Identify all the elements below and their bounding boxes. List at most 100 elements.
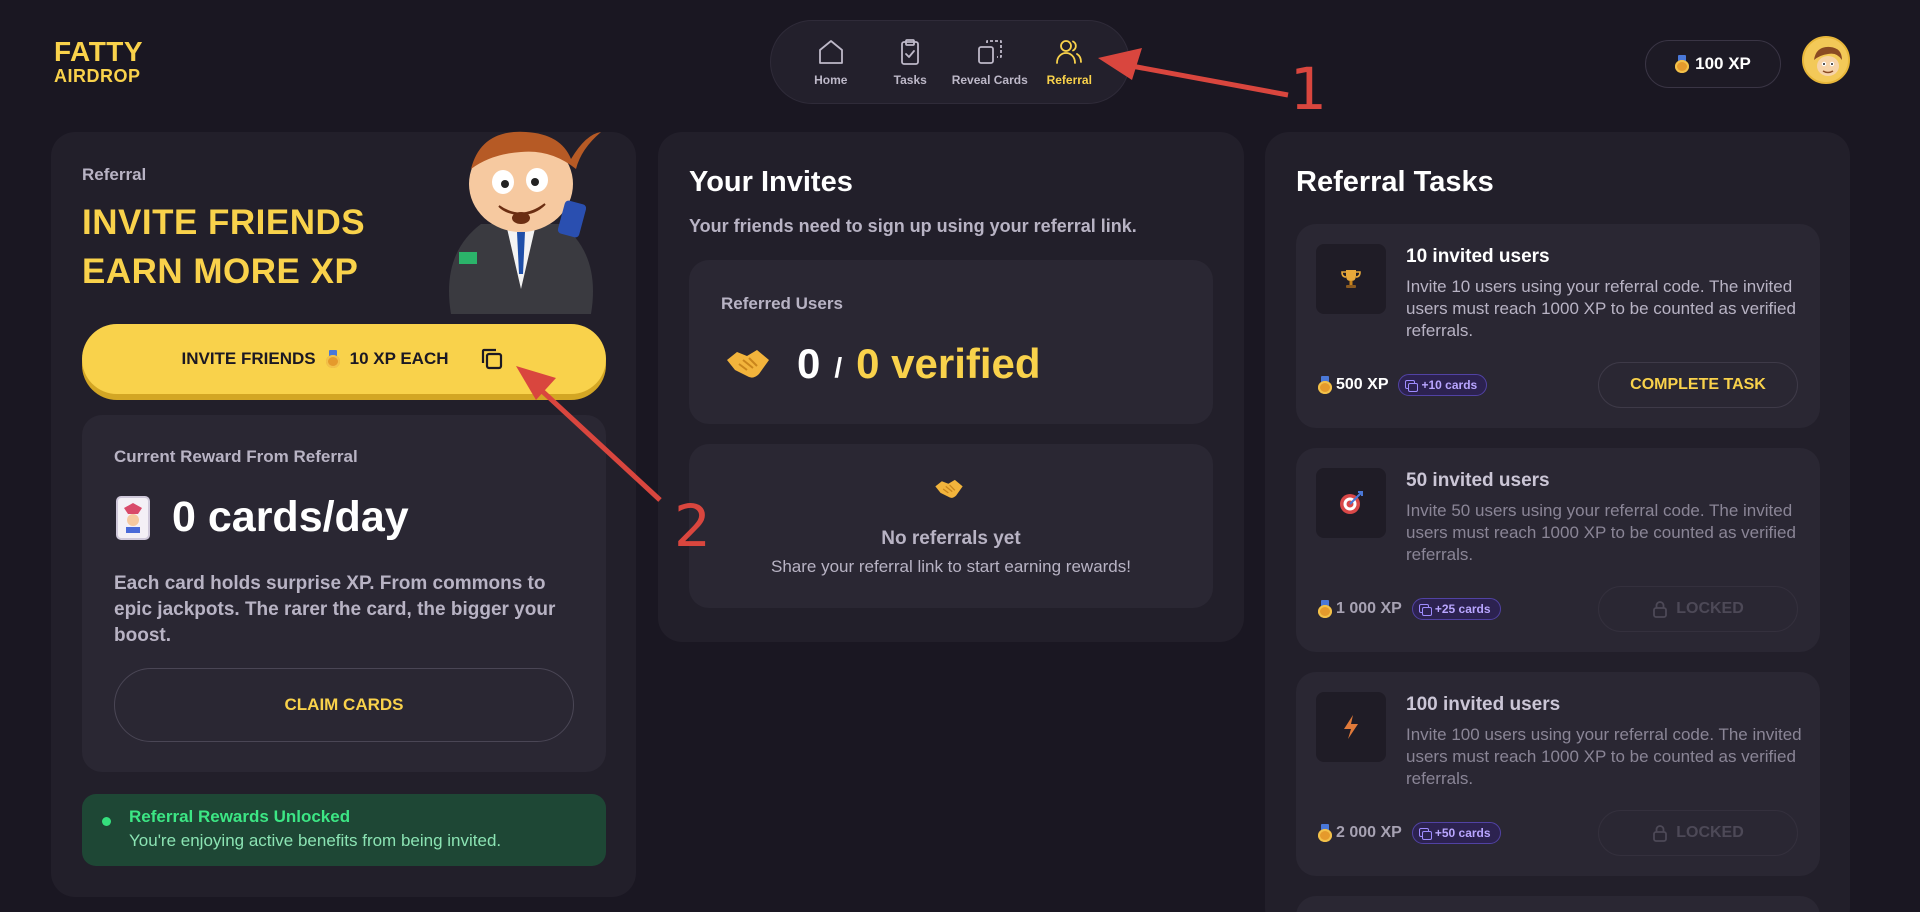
nav-label-referral: Referral <box>1046 73 1092 87</box>
home-icon <box>818 40 843 64</box>
invite-button-label: INVITE FRIENDS <box>181 349 316 368</box>
avatar-face-icon <box>1804 38 1848 82</box>
task-card: 10 invited users Invite 10 users using y… <box>1296 224 1820 428</box>
complete-task-label: COMPLETE TASK <box>1630 376 1766 393</box>
cards-icon <box>1405 380 1419 392</box>
referred-users-stats: 0 / 0 verified <box>725 340 1041 388</box>
task-xp: 1 000 XP <box>1336 600 1402 617</box>
empty-title: No referrals yet <box>881 528 1021 549</box>
task-title: 10 invited users <box>1406 246 1550 267</box>
unlock-subtitle: You're enjoying active benefits from bei… <box>129 831 502 850</box>
task-cards: +10 cards <box>1421 378 1478 392</box>
medal-icon <box>1318 376 1332 394</box>
task-icon-box <box>1316 692 1386 762</box>
claim-cards-button[interactable]: CLAIM CARDS <box>114 668 574 742</box>
task-reward: 500 XP +10 cards <box>1318 374 1488 396</box>
task-description: Invite 50 users using your referral code… <box>1406 501 1796 564</box>
task-reward: 1 000 XP +25 cards <box>1318 598 1501 620</box>
invite-friends-copy-button[interactable]: INVITE FRIENDS 10 XP EACH <box>82 324 606 394</box>
task-cards-badge: +10 cards <box>1398 374 1488 396</box>
nav-label-reveal-cards: Reveal Cards <box>951 73 1028 87</box>
lock-icon <box>1653 601 1668 618</box>
task-cards-badge: +25 cards <box>1411 598 1501 620</box>
reward-amount: 0 cards/day <box>114 493 409 542</box>
nav-item-reveal-cards[interactable]: Reveal Cards <box>950 37 1030 87</box>
brand-line2: AIRDROP <box>54 66 141 86</box>
invite-button-reward: 10 XP EACH <box>349 349 449 368</box>
task-card: 100 invited users Invite 100 users using… <box>1296 672 1820 876</box>
task-cards: +50 cards <box>1434 826 1491 840</box>
locked-label: LOCKED <box>1676 600 1744 617</box>
task-cards: +25 cards <box>1434 602 1491 616</box>
no-referrals-card: No referrals yet Share your referral lin… <box>689 444 1213 608</box>
task-title: 50 invited users <box>1406 470 1550 491</box>
current-reward-card: Current Reward From Referral 0 cards/day… <box>82 415 606 772</box>
hero-title-line1: INVITE FRIENDS <box>82 203 366 242</box>
reward-description: Each card holds surprise XP. From common… <box>114 573 556 646</box>
referred-users-card: Referred Users 0 / 0 verified <box>689 260 1213 424</box>
brand-logo[interactable]: FATTY AIRDROP <box>54 36 144 86</box>
verified-count: 0 verified <box>856 340 1041 387</box>
task-card-partial <box>1296 896 1820 912</box>
avatar[interactable] <box>1802 36 1850 84</box>
task-cards-badge: +50 cards <box>1411 822 1501 844</box>
xp-balance-value: 100 XP <box>1695 54 1751 73</box>
referred-count: 0 <box>797 340 821 387</box>
empty-subtitle: Share your referral link to start earnin… <box>771 557 1131 576</box>
tasks-title: Referral Tasks <box>1296 166 1494 198</box>
referred-users-label: Referred Users <box>721 294 843 313</box>
top-navigation: Home Tasks Reveal Cards Referral <box>770 20 1130 104</box>
task-description: Invite 10 users using your referral code… <box>1406 277 1796 340</box>
status-dot <box>102 817 111 826</box>
task-xp: 2 000 XP <box>1336 824 1402 841</box>
task-title: 100 invited users <box>1406 694 1561 715</box>
reward-label: Current Reward From Referral <box>114 447 358 466</box>
xp-balance[interactable]: 100 XP <box>1645 40 1781 88</box>
medal-icon <box>1318 600 1332 618</box>
hero-title: INVITE FRIENDS EARN MORE XP <box>82 198 365 296</box>
referred-slash: / <box>834 352 843 383</box>
medal-icon <box>1318 824 1332 842</box>
joker-card-icon <box>116 495 150 540</box>
locked-label: LOCKED <box>1676 824 1744 841</box>
target-icon <box>1340 491 1363 514</box>
cards-icon <box>1418 604 1432 616</box>
handshake-icon <box>935 479 963 498</box>
brand-line1: FATTY <box>54 36 144 67</box>
hero-title-line2: EARN MORE XP <box>82 252 359 291</box>
mascot-illustration <box>449 131 601 314</box>
nav-item-referral[interactable]: Referral <box>1030 37 1110 87</box>
task-xp: 500 XP <box>1336 376 1389 393</box>
referral-panel: Referral INVITE FRIENDS EARN MORE XP INV… <box>51 131 636 897</box>
handshake-icon <box>727 350 769 378</box>
nav-label-tasks: Tasks <box>893 73 927 87</box>
nav-item-home[interactable]: Home <box>791 37 871 87</box>
invites-title: Your Invites <box>689 166 853 198</box>
medal-icon <box>325 350 340 368</box>
nav-label-home: Home <box>814 73 848 87</box>
complete-task-button[interactable]: COMPLETE TASK <box>1598 362 1798 408</box>
locked-task-button[interactable]: LOCKED <box>1598 586 1798 632</box>
annotation-number-1: 1 <box>1290 55 1327 123</box>
unlock-title: Referral Rewards Unlocked <box>129 807 351 826</box>
copy-icon <box>481 348 502 370</box>
task-card: 50 invited users Invite 50 users using y… <box>1296 448 1820 652</box>
referral-section-label: Referral <box>82 165 147 184</box>
task-description: Invite 100 users using your referral cod… <box>1406 725 1802 788</box>
task-icon-box <box>1316 244 1386 314</box>
users-icon <box>1056 40 1083 64</box>
lightning-icon <box>1344 715 1358 739</box>
reward-amount-value: 0 cards/day <box>172 493 409 541</box>
your-invites-panel: Your Invites Your friends need to sign u… <box>658 132 1244 642</box>
nav-item-tasks[interactable]: Tasks <box>871 37 951 87</box>
invites-subtitle: Your friends need to sign up using your … <box>689 216 1137 236</box>
task-reward: 2 000 XP +50 cards <box>1318 822 1501 844</box>
trophy-icon <box>1341 270 1361 288</box>
cards-icon <box>1418 828 1432 840</box>
lock-icon <box>1653 825 1668 842</box>
locked-task-button[interactable]: LOCKED <box>1598 810 1798 856</box>
medal-icon <box>1675 55 1690 73</box>
annotation-number-2: 2 <box>674 492 711 560</box>
reveal-cards-icon <box>977 40 1002 64</box>
clipboard-check-icon <box>901 39 920 65</box>
